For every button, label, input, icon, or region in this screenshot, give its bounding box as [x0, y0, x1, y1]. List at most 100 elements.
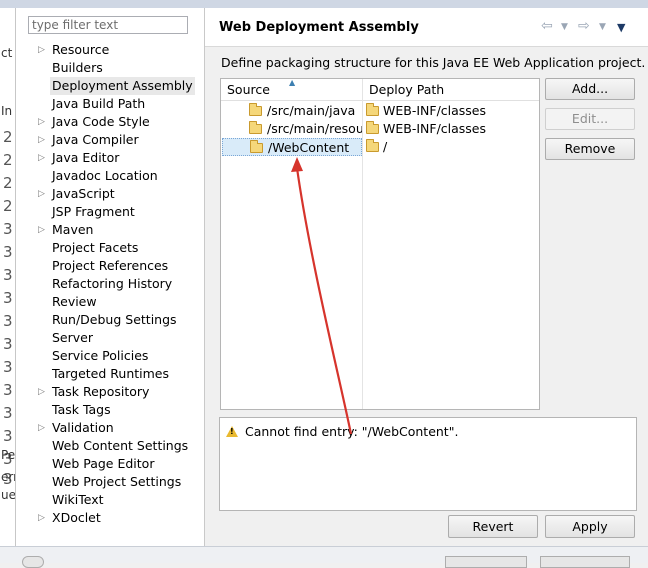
background-text-fragment: ern — [1, 470, 15, 484]
source-cell[interactable]: /src/main/java — [222, 102, 362, 120]
tree-item-label: Deployment Assembly — [50, 77, 195, 95]
background-text-fragment: 2 — [3, 151, 13, 169]
source-path: /src/main/resources — [267, 121, 362, 136]
background-text-fragment: 2 — [3, 174, 13, 192]
page-description: Define packaging structure for this Java… — [221, 55, 646, 70]
background-text-fragment: ue — [1, 488, 16, 502]
source-cell[interactable]: /WebContent — [222, 138, 362, 156]
tree-item-label: Builders — [52, 60, 103, 75]
tree-item[interactable]: ▷ Resource — [16, 41, 204, 59]
tree-item[interactable]: Deployment Assembly — [16, 77, 204, 95]
tree-item[interactable]: ▷ Java Editor — [16, 149, 204, 167]
tree-item[interactable]: Run/Debug Settings — [16, 311, 204, 329]
tree-item[interactable]: Javadoc Location — [16, 167, 204, 185]
expand-arrow-icon[interactable]: ▷ — [38, 221, 45, 239]
tree-item-label: Project References — [52, 258, 169, 273]
folder-icon — [249, 103, 262, 116]
tree-item[interactable]: ▷ Java Compiler — [16, 131, 204, 149]
expand-arrow-icon[interactable]: ▷ — [38, 383, 45, 401]
deploy-path-cell[interactable]: WEB-INF/classes — [363, 120, 539, 138]
help-icon[interactable] — [22, 556, 44, 568]
tree-item[interactable]: Web Project Settings — [16, 473, 204, 491]
source-cell[interactable]: /src/main/resources — [222, 120, 362, 138]
page-title: Web Deployment Assembly — [219, 20, 419, 35]
deploy-path-cell[interactable]: WEB-INF/classes — [363, 102, 539, 120]
deploy-path: WEB-INF/classes — [383, 121, 487, 136]
apply-button[interactable]: Apply — [545, 515, 635, 538]
folder-icon — [249, 121, 262, 134]
tree-item[interactable]: ▷ Java Code Style — [16, 113, 204, 131]
tree-item[interactable]: Web Content Settings — [16, 437, 204, 455]
forward-arrow-icon[interactable]: ⇨ — [578, 18, 590, 34]
deployment-assembly-table[interactable]: Source ▲ Deploy Path /src/main/java WEB-I… — [220, 78, 540, 410]
background-text-fragment: 3 — [3, 404, 13, 422]
expand-arrow-icon[interactable]: ▷ — [38, 131, 45, 149]
tree-item[interactable]: Targeted Runtimes — [16, 365, 204, 383]
forward-dropdown-icon[interactable]: ▼ — [599, 22, 606, 32]
deploy-path: WEB-INF/classes — [383, 103, 487, 118]
tree-item[interactable]: Builders — [16, 59, 204, 77]
table-row[interactable]: /src/main/resources WEB-INF/classes — [221, 120, 539, 138]
revert-button[interactable]: Revert — [448, 515, 538, 538]
tree-item-label: WikiText — [52, 492, 104, 507]
tree-item[interactable]: Project Facets — [16, 239, 204, 257]
table-row[interactable]: /src/main/java WEB-INF/classes — [221, 102, 539, 120]
background-text-fragment: ct — [1, 46, 13, 60]
tree-item-label: Java Build Path — [52, 96, 146, 111]
warning-message: Cannot find entry: "/WebContent". — [245, 424, 459, 439]
tree-item[interactable]: Task Tags — [16, 401, 204, 419]
source-path: /src/main/java — [267, 103, 356, 118]
tree-item-label: JavaScript — [52, 186, 115, 201]
tree-item-label: JSP Fragment — [52, 204, 135, 219]
tree-item-label: Web Content Settings — [52, 438, 189, 453]
tree-item-label: Review — [52, 294, 97, 309]
column-header-source[interactable]: Source ▲ — [221, 78, 362, 101]
tree-item[interactable]: ▷ JavaScript — [16, 185, 204, 203]
warning-icon: ! — [226, 426, 238, 437]
folder-icon — [250, 140, 263, 153]
tree-item[interactable]: WikiText — [16, 491, 204, 509]
tree-item[interactable]: Server — [16, 329, 204, 347]
filter-input[interactable] — [28, 16, 188, 34]
expand-arrow-icon[interactable]: ▷ — [38, 113, 45, 131]
tree-item[interactable]: ▷ XDoclet — [16, 509, 204, 527]
edit-button[interactable]: Edit... — [545, 108, 635, 130]
tree-item[interactable]: Service Policies — [16, 347, 204, 365]
expand-arrow-icon[interactable]: ▷ — [38, 185, 45, 203]
tree-item[interactable]: ▷ Validation — [16, 419, 204, 437]
tree-item-label: Task Repository — [52, 384, 150, 399]
tree-item[interactable]: ▷ Task Repository — [16, 383, 204, 401]
tree-item[interactable]: Project References — [16, 257, 204, 275]
background-editor-fragment: ctIn2222333333333333Peernue — [0, 8, 16, 546]
expand-arrow-icon[interactable]: ▷ — [38, 509, 45, 527]
background-text-fragment: Pe — [1, 448, 16, 462]
table-row[interactable]: /WebContent / — [221, 138, 539, 156]
tree-item[interactable]: JSP Fragment — [16, 203, 204, 221]
tree-item[interactable]: Refactoring History — [16, 275, 204, 293]
tree-item[interactable]: ▷ Maven — [16, 221, 204, 239]
deploy-path-cell[interactable]: / — [363, 138, 539, 156]
view-menu-icon[interactable]: ▼ — [617, 21, 625, 34]
ok-button-stub[interactable] — [445, 556, 527, 568]
background-text-fragment: In — [1, 104, 13, 118]
remove-button[interactable]: Remove — [545, 138, 635, 160]
expand-arrow-icon[interactable]: ▷ — [38, 41, 45, 59]
back-arrow-icon[interactable]: ⇦ — [541, 18, 553, 34]
tree-item-label: Maven — [52, 222, 94, 237]
page-header: Web Deployment Assembly ⇦ ▼ ⇨ ▼ ▼ — [205, 8, 648, 47]
column-header-deploy-path[interactable]: Deploy Path — [363, 79, 539, 101]
deploy-path: / — [383, 139, 388, 154]
expand-arrow-icon[interactable]: ▷ — [38, 149, 45, 167]
add-button[interactable]: Add... — [545, 78, 635, 100]
tree-item[interactable]: Java Build Path — [16, 95, 204, 113]
back-dropdown-icon[interactable]: ▼ — [561, 22, 568, 32]
background-text-fragment: 2 — [3, 128, 13, 146]
tree-item-label: Validation — [52, 420, 114, 435]
tree-item-label: Task Tags — [52, 402, 111, 417]
tree-item[interactable]: Web Page Editor — [16, 455, 204, 473]
expand-arrow-icon[interactable]: ▷ — [38, 419, 45, 437]
preference-tree-panel: ▷ResourceBuildersDeployment AssemblyJava… — [16, 8, 205, 546]
tree-item[interactable]: Review — [16, 293, 204, 311]
folder-icon — [366, 139, 379, 152]
cancel-button-stub[interactable] — [540, 556, 630, 568]
